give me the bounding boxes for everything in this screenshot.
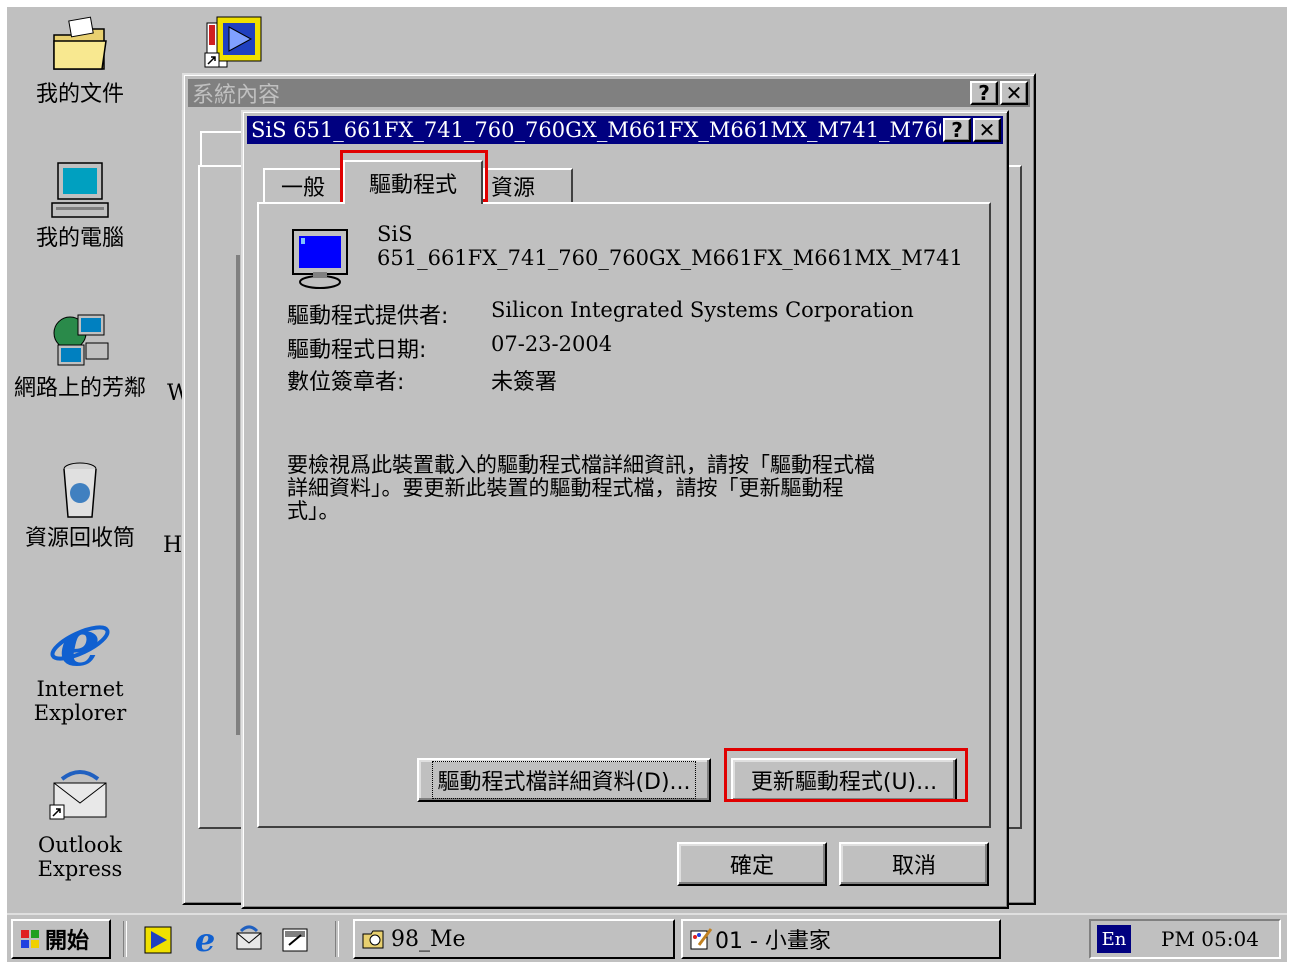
taskbar-separator — [335, 921, 339, 957]
desktop-icon-my-computer[interactable]: 我的電腦 — [5, 159, 155, 251]
description-line: 要檢視爲此裝置載入的驅動程式檔詳細資訊，請按「驅動程式檔 — [287, 453, 875, 477]
display-adapter-icon — [289, 228, 351, 290]
task-button-98-me[interactable]: 98_Me — [353, 919, 675, 959]
system-tray: En PM 05:04 — [1089, 919, 1281, 959]
taskbar: 開始 e 98_Me 01 - 小畫家 En PM 05:04 — [7, 913, 1287, 962]
highlight-update-driver-button — [724, 748, 968, 802]
driver-tab-panel: SiS 651_661FX_741_760_760GX_M661FX_M661M… — [257, 202, 991, 828]
folder-icon — [48, 15, 112, 79]
paint-icon — [689, 927, 713, 951]
driver-details-button-label: 驅動程式檔詳細資料(D)... — [432, 761, 696, 799]
task-button-paint[interactable]: 01 - 小畫家 — [681, 919, 1001, 959]
description-line: 式」。 — [287, 499, 340, 523]
desktop-icon-label: 資源回收筒 — [24, 526, 135, 551]
desktop-icon-label: Internet Explorer — [33, 677, 127, 725]
digital-signer-label: 數位簽章者: — [287, 370, 405, 395]
quick-launch-outlook-icon[interactable] — [233, 925, 265, 955]
language-indicator[interactable]: En — [1097, 925, 1131, 953]
description-line: 詳細資料」。要更新此裝置的驅動程式檔，請按「更新驅動程 — [287, 476, 844, 500]
desktop-icon-label: 我的文件 — [35, 82, 124, 107]
start-label: 開始 — [45, 929, 90, 954]
taskbar-separator — [123, 921, 127, 957]
quick-launch-desktop-icon[interactable] — [279, 925, 311, 955]
desktop-icon-label: 網路上的芳鄰 — [13, 376, 146, 401]
driver-details-button[interactable]: 驅動程式檔詳細資料(D)... — [417, 758, 711, 802]
desktop-icon-outlook-express[interactable]: Outlook Express — [5, 765, 155, 881]
tab-resources[interactable]: 資源 — [483, 168, 573, 202]
driver-date-value: 07-23-2004 — [491, 332, 613, 356]
driver-description: 要檢視爲此裝置載入的驅動程式檔詳細資訊，請按「驅動程式檔 詳細資料」。要更新此裝… — [287, 454, 875, 523]
help-button[interactable]: ? — [970, 81, 998, 105]
task-label: 98_Me — [391, 926, 466, 952]
tab-driver[interactable]: 驅動程式 — [343, 160, 483, 204]
dialog-title: SiS 651_661FX_741_760_760GX_M661FX_M661M… — [251, 118, 941, 142]
device-name-line2: 651_661FX_741_760_760GX_M661FX_M661MX_M7… — [377, 246, 963, 270]
tab-general[interactable]: 一般 — [263, 168, 343, 202]
driver-date-label: 驅動程式日期: — [287, 338, 427, 363]
clock[interactable]: PM 05:04 — [1161, 927, 1259, 951]
outer-button-fragment — [236, 255, 240, 735]
outlook-express-icon — [48, 765, 112, 829]
internet-explorer-icon: e — [48, 606, 112, 681]
close-button[interactable]: ✕ — [973, 118, 1001, 142]
network-icon — [48, 309, 112, 373]
close-button[interactable]: ✕ — [1000, 81, 1028, 105]
folder-search-icon — [361, 928, 387, 950]
recycle-bin-icon — [48, 459, 112, 523]
desktop-icon-network[interactable]: 網路上的芳鄰 — [5, 309, 155, 401]
help-button[interactable]: ? — [943, 118, 971, 142]
window-title: 系統內容 — [192, 83, 281, 108]
partial-desktop-label: H — [163, 533, 183, 558]
quick-launch-ie-icon[interactable]: e — [189, 921, 221, 959]
media-player-shortcut-icon[interactable] — [203, 13, 267, 73]
desktop-icon-internet-explorer[interactable]: e Internet Explorer — [5, 606, 155, 725]
driver-provider-label: 驅動程式提供者: — [287, 304, 449, 329]
start-button[interactable]: 開始 — [11, 919, 111, 959]
device-name-line1: SiS — [377, 222, 413, 246]
desktop-icon-my-documents[interactable]: 我的文件 — [5, 15, 155, 107]
windows-logo-icon — [19, 928, 41, 950]
desktop-icon-label: Outlook Express — [37, 833, 123, 881]
desktop-icon-recycle-bin[interactable]: 資源回收筒 — [5, 459, 155, 551]
quick-launch-media-player-icon[interactable] — [143, 925, 173, 955]
computer-icon — [48, 159, 112, 223]
dialog-titlebar[interactable]: SiS 651_661FX_741_760_760GX_M661FX_M661M… — [247, 116, 1003, 144]
driver-provider-value: Silicon Integrated Systems Corporation — [491, 298, 914, 322]
task-label: 01 - 小畫家 — [715, 929, 831, 954]
cancel-button[interactable]: 取消 — [839, 842, 989, 886]
digital-signer-value: 未簽署 — [491, 370, 558, 395]
svg-text:e: e — [195, 923, 215, 955]
system-properties-titlebar[interactable]: 系統內容 ? ✕ — [188, 79, 1030, 108]
ok-button[interactable]: 確定 — [677, 842, 827, 886]
desktop-icon-label: 我的電腦 — [35, 226, 124, 251]
